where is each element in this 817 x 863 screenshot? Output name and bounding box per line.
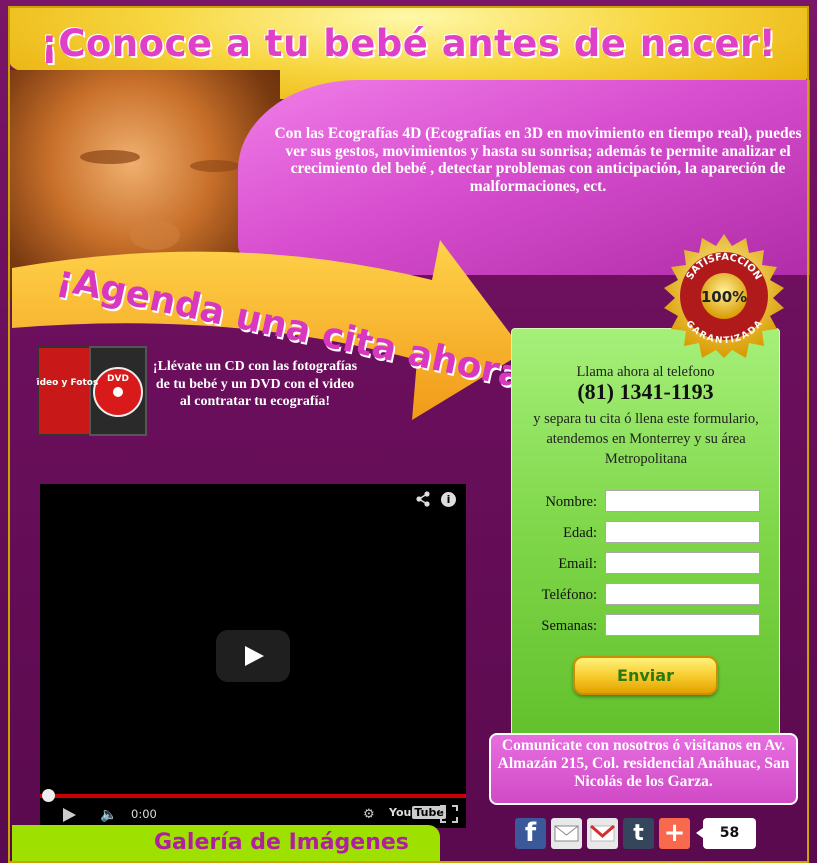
- enviar-button[interactable]: Enviar: [573, 656, 718, 695]
- fullscreen-icon[interactable]: [440, 805, 458, 823]
- field-row-telefono: Teléfono:: [511, 583, 780, 609]
- telefono-input[interactable]: [605, 583, 760, 605]
- form-subtitle: y separa tu cita ó llena este formulario…: [533, 411, 759, 467]
- video-scrubber[interactable]: [42, 789, 55, 802]
- youtube-logo-icon[interactable]: You Tube: [389, 806, 446, 822]
- video-time: 0:00: [131, 807, 157, 821]
- seal-center-text: 100%: [701, 288, 747, 306]
- nombre-input[interactable]: [605, 490, 760, 512]
- edad-label: Edad:: [563, 525, 597, 541]
- tumblr-icon[interactable]: t: [623, 818, 654, 849]
- field-row-email: Email:: [511, 552, 780, 578]
- semanas-label: Semanas:: [541, 618, 597, 634]
- info-icon[interactable]: i: [441, 492, 456, 507]
- dvd-case-icon: DVD Video y Fotos: [36, 346, 147, 436]
- share-icon[interactable]: [415, 491, 431, 507]
- field-row-edad: Edad:: [511, 521, 780, 547]
- play-button[interactable]: [216, 630, 290, 682]
- description-text: Con las Ecografías 4D (Ecografías en 3D …: [274, 125, 802, 195]
- field-row-nombre: Nombre:: [511, 490, 780, 516]
- email-label: Email:: [558, 556, 597, 572]
- field-row-semanas: Semanas:: [511, 614, 780, 640]
- video-progress-bar[interactable]: [40, 794, 466, 798]
- play-control-icon[interactable]: [63, 808, 76, 822]
- page-title: ¡Conoce a tu bebé antes de nacer!: [40, 22, 777, 65]
- semanas-input[interactable]: [605, 614, 760, 636]
- facebook-icon[interactable]: f: [515, 818, 546, 849]
- promo-text: ¡Llévate un CD con las fotografías de tu…: [152, 359, 358, 409]
- dvd-label: DVD: [107, 374, 129, 384]
- addthis-icon[interactable]: +: [659, 818, 690, 849]
- email-input[interactable]: [605, 552, 760, 574]
- settings-gear-icon[interactable]: ⚙: [363, 807, 375, 822]
- landing-page: ¡Conoce a tu bebé antes de nacer! Con la…: [0, 0, 817, 863]
- gmail-icon[interactable]: [587, 818, 618, 849]
- email-icon[interactable]: [551, 818, 582, 849]
- dvd-cover-text: Video y Fotos: [36, 378, 98, 388]
- telefono-label: Teléfono:: [541, 587, 597, 603]
- phone-number: (81) 1341-1193: [577, 379, 714, 404]
- address-box: Comunicate con nosotros ó visitanos en A…: [489, 733, 798, 805]
- volume-icon[interactable]: 🔈: [100, 807, 117, 823]
- youtube-you-text: You: [389, 806, 412, 819]
- gallery-label[interactable]: Galería de Imágenes: [154, 830, 409, 855]
- edad-input[interactable]: [605, 521, 760, 543]
- share-count: 58: [696, 818, 756, 849]
- satisfaction-seal-icon: SATISFACCION 100% GARANTIZADA: [664, 234, 784, 358]
- nombre-label: Nombre:: [545, 494, 597, 510]
